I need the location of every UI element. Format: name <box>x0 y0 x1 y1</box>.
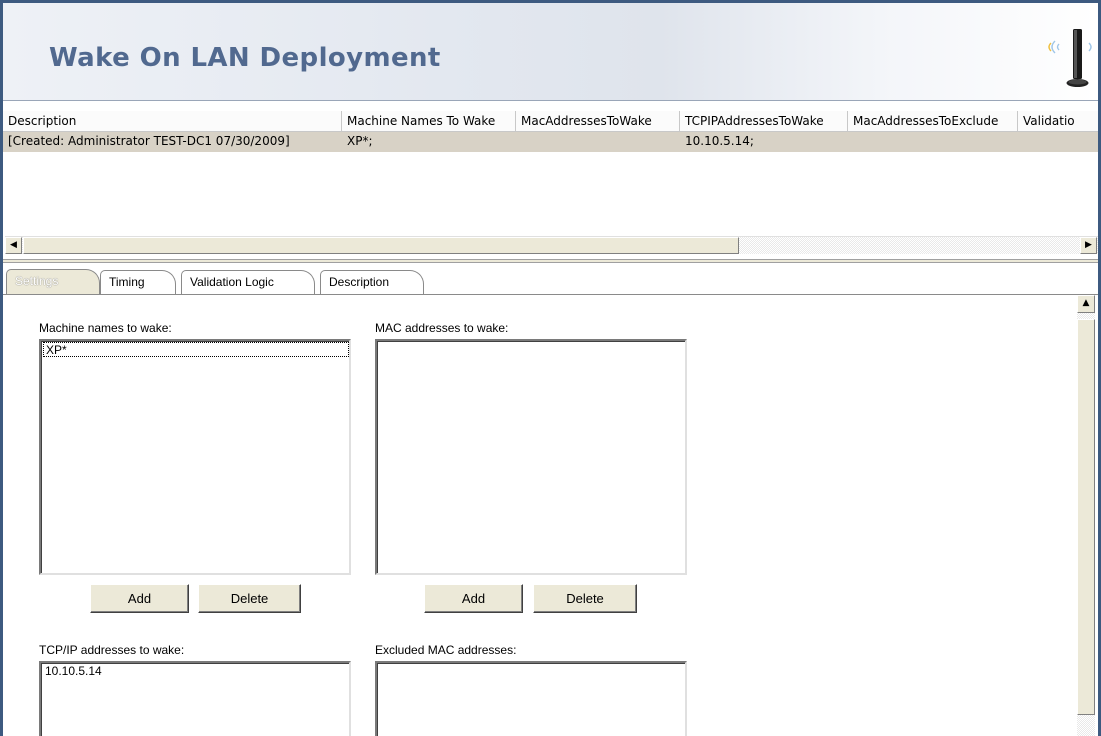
tab-timing[interactable]: Timing <box>100 270 176 294</box>
column-header-tcpip-addresses[interactable]: TCPIPAddressesToWake <box>680 111 848 132</box>
vertical-scroll-thumb[interactable] <box>1077 319 1095 715</box>
column-header-description[interactable]: Description <box>3 111 342 132</box>
machine-names-label: Machine names to wake: <box>39 321 172 335</box>
machine-names-add-button[interactable]: Add <box>90 584 189 613</box>
settings-panel: Machine names to wake: XP* Add Delete MA… <box>3 295 1098 736</box>
column-header-machine-names[interactable]: Machine Names To Wake <box>342 111 516 132</box>
grid-header: Description Machine Names To Wake MacAdd… <box>3 111 1098 132</box>
table-row[interactable]: [Created: Administrator TEST-DC1 07/30/2… <box>3 132 1098 152</box>
column-header-validation[interactable]: Validatio <box>1018 111 1098 132</box>
list-item[interactable]: 10.10.5.14 <box>43 664 104 679</box>
horizontal-scrollbar[interactable]: ◀ ▶ <box>5 236 1098 254</box>
tcpip-list[interactable]: 10.10.5.14 <box>39 661 351 736</box>
scroll-right-icon[interactable]: ▶ <box>1080 237 1097 254</box>
header-banner: Wake On LAN Deployment <box>3 3 1098 101</box>
tab-settings-label: Settings <box>15 274 59 288</box>
column-header-mac-exclude[interactable]: MacAddressesToExclude <box>848 111 1018 132</box>
cell-mac-addresses <box>516 132 680 152</box>
mac-addresses-list[interactable] <box>375 339 687 575</box>
page-title: Wake On LAN Deployment <box>49 43 441 73</box>
tab-strip: Settings Timing Validation Logic Descrip… <box>3 263 1098 295</box>
tab-timing-label: Timing <box>109 275 145 289</box>
cell-mac-exclude <box>848 132 1018 152</box>
tab-validation-logic[interactable]: Validation Logic <box>181 270 315 294</box>
mac-addresses-label: MAC addresses to wake: <box>375 321 509 335</box>
cell-tcpip-addresses: 10.10.5.14; <box>685 134 754 148</box>
deployment-grid: Description Machine Names To Wake MacAdd… <box>3 111 1098 259</box>
wireless-device-icon <box>1048 29 1092 87</box>
scroll-left-icon[interactable]: ◀ <box>5 237 22 254</box>
mac-addresses-delete-button[interactable]: Delete <box>533 584 637 613</box>
horizontal-scroll-thumb[interactable] <box>23 237 739 254</box>
tcpip-label: TCP/IP addresses to wake: <box>39 643 185 657</box>
machine-names-delete-button[interactable]: Delete <box>198 584 301 613</box>
tab-validation-logic-label: Validation Logic <box>190 275 274 289</box>
cell-machine-names: XP*; <box>347 134 373 148</box>
tab-description-label: Description <box>329 275 390 289</box>
tab-settings[interactable]: Settings <box>6 269 100 295</box>
tab-description[interactable]: Description <box>320 270 424 294</box>
column-header-mac-addresses[interactable]: MacAddressesToWake <box>516 111 680 132</box>
mac-addresses-add-button[interactable]: Add <box>424 584 523 613</box>
scroll-up-icon[interactable]: ▲ <box>1077 295 1095 313</box>
excluded-mac-list[interactable] <box>375 661 687 736</box>
list-item[interactable]: XP* <box>43 342 349 357</box>
excluded-mac-label: Excluded MAC addresses: <box>375 643 517 657</box>
window-frame: Wake On LAN Deployment Description Machi… <box>0 0 1101 736</box>
cell-validation <box>1018 132 1098 152</box>
machine-names-list[interactable]: XP* <box>39 339 351 575</box>
cell-description: [Created: Administrator TEST-DC1 07/30/2… <box>8 134 290 148</box>
vertical-scrollbar[interactable]: ▲ <box>1077 295 1095 736</box>
